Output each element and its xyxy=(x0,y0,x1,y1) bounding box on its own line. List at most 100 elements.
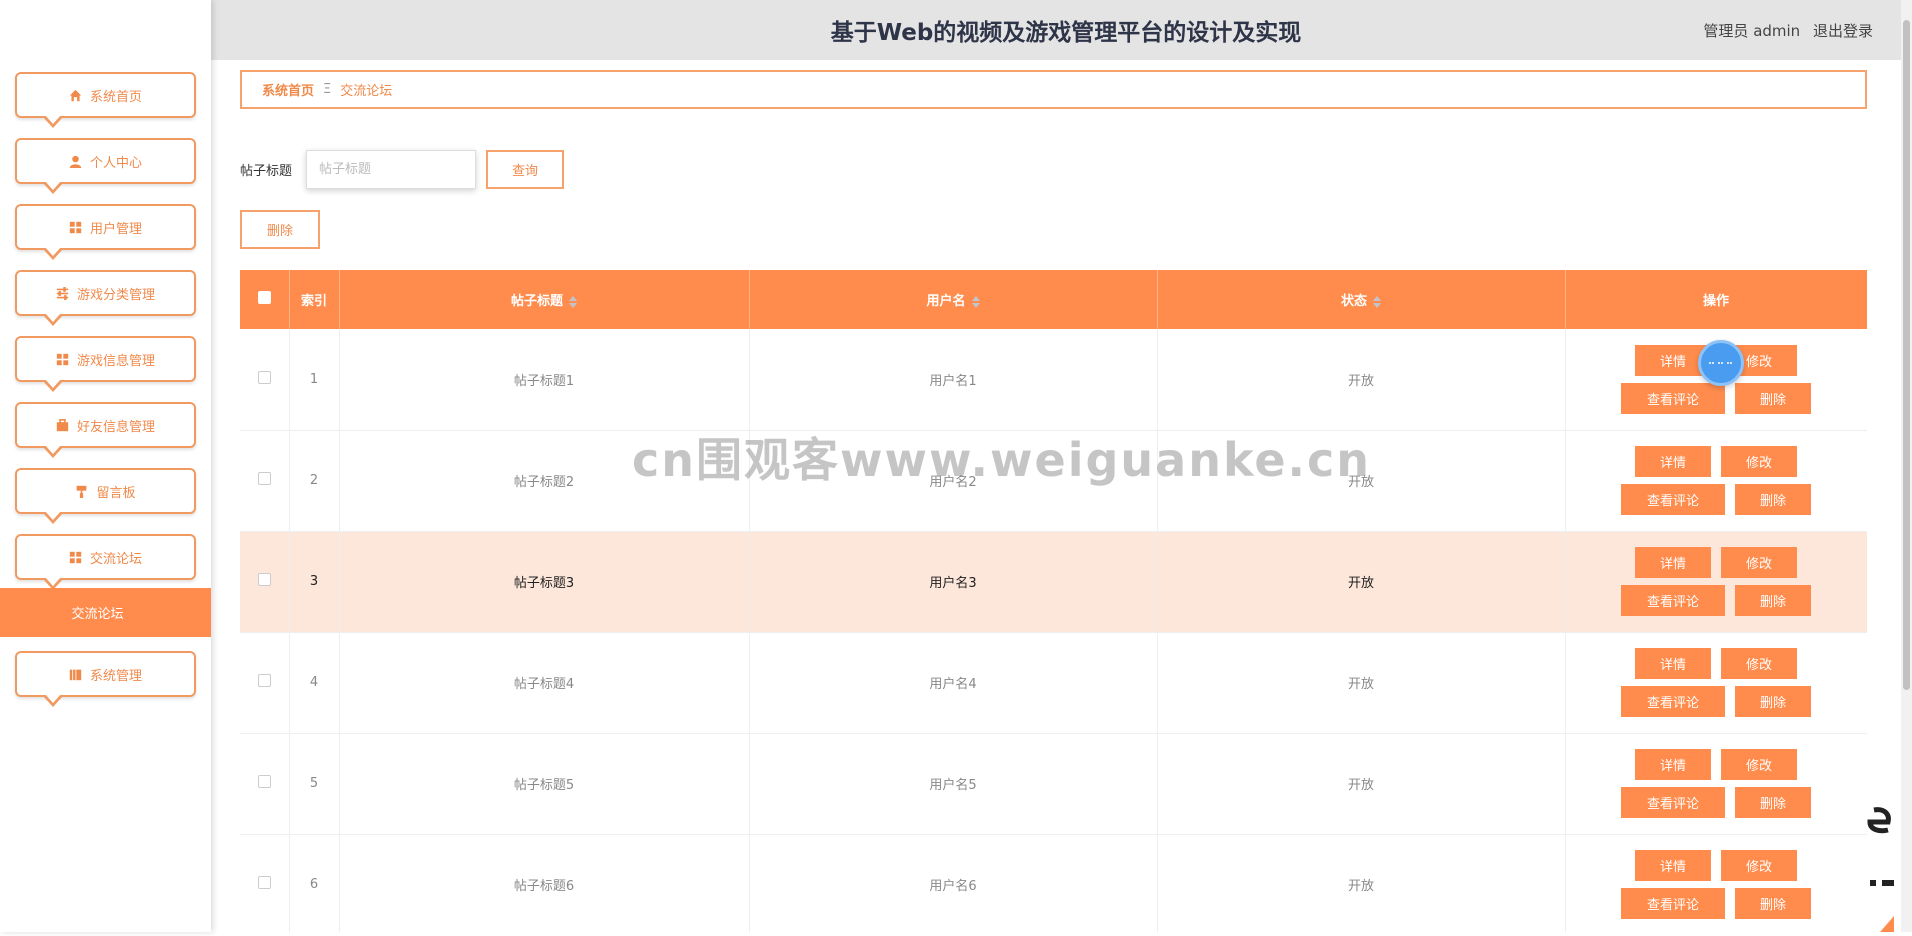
detail-button[interactable]: 详情 xyxy=(1635,446,1711,477)
sort-icon[interactable] xyxy=(971,295,980,308)
column-header-index: 索引 xyxy=(289,270,340,329)
row-index: 1 xyxy=(289,329,340,431)
sidebar-item-label: 留言板 xyxy=(96,485,136,501)
row-checkbox[interactable] xyxy=(257,775,271,788)
query-button[interactable]: 查询 xyxy=(486,150,564,189)
action-row: 查看评论 删除 xyxy=(1621,787,1811,818)
breadcrumb-current: 交流论坛 xyxy=(340,84,393,99)
page-scrollbar[interactable] xyxy=(1901,0,1912,932)
side-widget[interactable] xyxy=(1860,804,1894,932)
row-username: 用户名3 xyxy=(749,531,1158,633)
edit-button[interactable]: 修改 xyxy=(1721,749,1797,780)
briefcase-icon xyxy=(56,418,69,432)
sidebar-subitem-forum[interactable]: 交流论坛 xyxy=(0,588,211,637)
sidebar-item-label: 系统首页 xyxy=(89,89,142,105)
scrollbar-thumb[interactable] xyxy=(1903,20,1910,690)
page-title: 基于Web的视频及游戏管理平台的设计及实现 xyxy=(830,20,1302,46)
view-comments-button[interactable]: 查看评论 xyxy=(1621,585,1725,616)
action-row: 详情 修改 xyxy=(1635,446,1797,477)
edit-button[interactable]: 修改 xyxy=(1721,547,1797,578)
sidebar-item-forum[interactable]: 交流论坛 xyxy=(15,534,196,590)
search-input[interactable] xyxy=(306,150,476,189)
select-all-checkbox[interactable] xyxy=(257,291,271,304)
row-delete-button[interactable]: 删除 xyxy=(1735,787,1811,818)
row-delete-button[interactable]: 删除 xyxy=(1735,382,1811,414)
row-checkbox[interactable] xyxy=(257,876,271,889)
sidebar-item-home[interactable]: 系统首页 xyxy=(15,72,196,128)
row-select-cell xyxy=(240,430,290,532)
edit-button[interactable]: 修改 xyxy=(1721,446,1797,477)
row-checkbox[interactable] xyxy=(257,674,271,687)
table-row[interactable]: 4 帖子标题4 用户名4 开放 详情 修改 查看评论 删除 xyxy=(240,632,1867,734)
sidebar-item-game-info[interactable]: 游戏信息管理 xyxy=(15,336,196,392)
row-actions: 详情 修改 查看评论 删除 xyxy=(1565,430,1867,532)
row-checkbox[interactable] xyxy=(257,370,271,384)
row-select-cell xyxy=(240,329,290,431)
floating-assistant-ball[interactable] xyxy=(1698,340,1744,386)
detail-button[interactable]: 详情 xyxy=(1635,547,1711,578)
view-comments-button[interactable]: 查看评论 xyxy=(1621,484,1725,515)
table-row[interactable]: 2 帖子标题2 用户名2 开放 详情 修改 查看评论 删除 xyxy=(240,430,1867,532)
row-delete-button[interactable]: 删除 xyxy=(1735,686,1811,717)
breadcrumb: 系统首页 Ξ 交流论坛 xyxy=(240,70,1867,109)
row-username: 用户名2 xyxy=(749,430,1158,532)
row-delete-button[interactable]: 删除 xyxy=(1735,484,1811,515)
view-comments-button[interactable]: 查看评论 xyxy=(1621,888,1725,919)
column-header-actions: 操作 xyxy=(1565,270,1867,329)
column-header-username[interactable]: 用户名 xyxy=(749,270,1158,329)
row-status: 开放 xyxy=(1157,632,1566,734)
sidebar-item-game-category[interactable]: 游戏分类管理 xyxy=(15,270,196,326)
column-header-title[interactable]: 帖子标题 xyxy=(339,270,750,329)
view-comments-button[interactable]: 查看评论 xyxy=(1621,686,1725,717)
row-delete-button[interactable]: 删除 xyxy=(1735,888,1811,919)
row-username: 用户名5 xyxy=(749,733,1158,835)
row-actions: 详情 修改 查看评论 删除 xyxy=(1565,733,1867,835)
detail-button[interactable]: 详情 xyxy=(1635,648,1711,679)
action-row: 详情 修改 xyxy=(1635,850,1797,881)
home-icon xyxy=(69,89,82,102)
row-actions: 详情 修改 查看评论 删除 xyxy=(1565,531,1867,633)
sort-icon[interactable] xyxy=(1373,295,1381,308)
detail-button[interactable]: 详情 xyxy=(1635,749,1711,780)
row-username: 用户名1 xyxy=(749,329,1158,431)
edit-button[interactable]: 修改 xyxy=(1721,648,1797,679)
action-row: 查看评论 删除 xyxy=(1621,585,1811,616)
row-index: 4 xyxy=(289,632,340,734)
row-title: 帖子标题1 xyxy=(339,329,750,431)
side-widget-icon xyxy=(1867,807,1894,932)
edit-button[interactable]: 修改 xyxy=(1721,850,1797,881)
book-icon xyxy=(69,668,82,681)
detail-button[interactable]: 详情 xyxy=(1635,850,1711,881)
sidebar-item-label: 游戏分类管理 xyxy=(76,287,155,303)
view-comments-button[interactable]: 查看评论 xyxy=(1621,787,1725,818)
table-row[interactable]: 1 帖子标题1 用户名1 开放 详情 修改 查看评论 删除 xyxy=(240,329,1867,431)
row-delete-button[interactable]: 删除 xyxy=(1735,585,1811,616)
table-row[interactable]: 5 帖子标题5 用户名5 开放 详情 修改 查看评论 删除 xyxy=(240,733,1867,835)
column-header-status[interactable]: 状态 xyxy=(1157,270,1566,329)
action-row: 查看评论 删除 xyxy=(1621,484,1811,515)
table-row[interactable]: 6 帖子标题6 用户名6 开放 详情 修改 查看评论 删除 xyxy=(240,834,1867,932)
row-checkbox[interactable] xyxy=(257,573,271,586)
sidebar-item-personal-center[interactable]: 个人中心 xyxy=(15,138,196,194)
batch-delete-button[interactable]: 删除 xyxy=(240,210,320,249)
action-group: 详情 修改 查看评论 删除 xyxy=(1566,446,1867,515)
search-label: 帖子标题 xyxy=(240,164,293,179)
grid-icon xyxy=(69,551,82,564)
sidebar-item-label: 游戏信息管理 xyxy=(76,353,155,369)
row-checkbox[interactable] xyxy=(257,472,271,485)
breadcrumb-home[interactable]: 系统首页 xyxy=(262,80,314,99)
view-comments-button[interactable]: 查看评论 xyxy=(1621,382,1725,414)
forum-table: 索引 帖子标题 用户名 状态 操作 1 帖子标题1 用户名1 开放 详情 修改 … xyxy=(240,270,1867,932)
sort-icon[interactable] xyxy=(569,295,577,308)
table-row[interactable]: 3 帖子标题3 用户名3 开放 详情 修改 查看评论 删除 xyxy=(240,531,1867,633)
row-select-cell xyxy=(240,632,290,734)
row-title: 帖子标题4 xyxy=(339,632,750,734)
top-header: 基于Web的视频及游戏管理平台的设计及实现 管理员 admin 退出登录 xyxy=(211,0,1901,60)
sidebar-item-system-management[interactable]: 系统管理 xyxy=(15,651,196,707)
row-index: 5 xyxy=(289,733,340,835)
logout-link[interactable]: 退出登录 xyxy=(1813,22,1873,40)
row-select-cell xyxy=(240,733,290,835)
sidebar-item-friend-info[interactable]: 好友信息管理 xyxy=(15,402,196,458)
sidebar-item-message-board[interactable]: 留言板 xyxy=(15,468,196,524)
sidebar-item-user-management[interactable]: 用户管理 xyxy=(15,204,196,260)
